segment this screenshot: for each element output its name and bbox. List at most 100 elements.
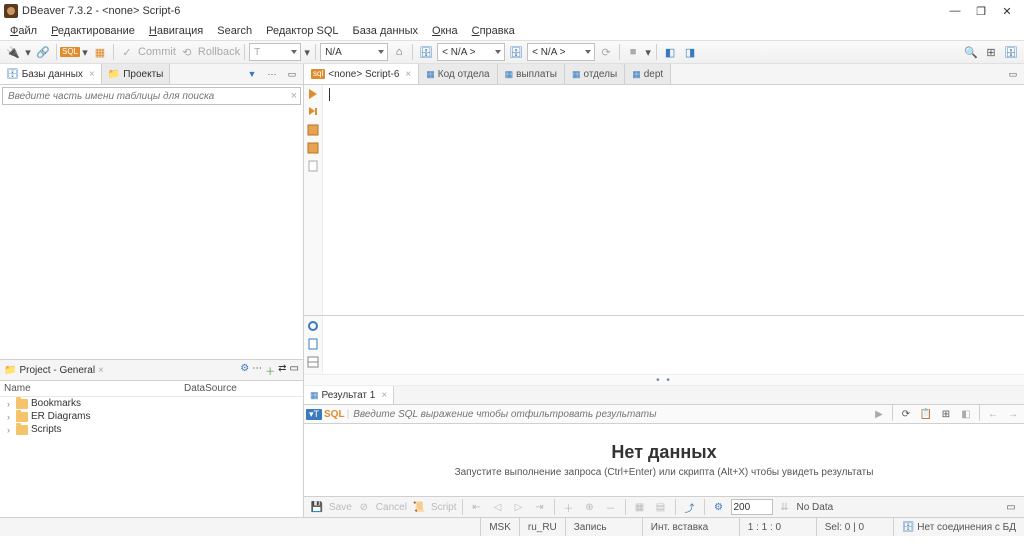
gear-icon[interactable] bbox=[307, 320, 319, 332]
filter-icon[interactable]: ▼ bbox=[243, 65, 261, 83]
close-icon[interactable]: × bbox=[89, 69, 95, 80]
sql-editor[interactable] bbox=[323, 85, 1024, 315]
dropdown-icon[interactable]: ▾ bbox=[644, 43, 652, 61]
dup-row-icon[interactable]: ⊕ bbox=[581, 498, 599, 516]
sql-chip[interactable]: ▾T bbox=[306, 409, 322, 420]
misc-button[interactable]: ◧ bbox=[661, 43, 679, 61]
menu-icon[interactable]: ⋯ bbox=[263, 65, 281, 83]
add-icon[interactable]: ＋ bbox=[265, 363, 275, 378]
tab-script6[interactable]: sql<none> Script-6× bbox=[304, 64, 419, 84]
sql-editor-button[interactable]: SQL bbox=[61, 43, 79, 61]
gear-icon[interactable]: ⚙ bbox=[240, 363, 249, 378]
panel-icon[interactable]: ◧ bbox=[957, 405, 975, 423]
dropdown-icon[interactable]: ▾ bbox=[24, 43, 32, 61]
tab-otdely[interactable]: ▦отделы bbox=[565, 64, 625, 84]
clear-icon[interactable]: × bbox=[291, 90, 297, 102]
menu-database[interactable]: База данных bbox=[347, 23, 425, 39]
menu-icon[interactable]: ⋯ bbox=[252, 363, 262, 378]
run-icon[interactable] bbox=[307, 88, 319, 100]
record-view-icon[interactable]: ▤ bbox=[652, 498, 670, 516]
export-icon[interactable]: ⤴ bbox=[681, 498, 699, 516]
prev-page-icon[interactable]: ◁ bbox=[489, 498, 507, 516]
transpose-icon[interactable]: ⊞ bbox=[937, 405, 955, 423]
dropdown-icon[interactable]: ▾ bbox=[303, 43, 311, 61]
expand-icon[interactable]: › bbox=[4, 399, 13, 409]
tab-dept[interactable]: ▦dept bbox=[625, 64, 671, 84]
script-icon[interactable]: 📜 bbox=[410, 498, 428, 516]
tab-vyplaty[interactable]: ▦выплаты bbox=[498, 64, 565, 84]
tab-projects[interactable]: 📁 Проекты bbox=[102, 64, 171, 84]
layout-icon[interactable] bbox=[307, 356, 319, 368]
db-tree[interactable] bbox=[0, 107, 303, 359]
first-icon[interactable]: ⇤ bbox=[468, 498, 486, 516]
col-name[interactable]: Name bbox=[4, 383, 184, 394]
expand-icon[interactable]: › bbox=[4, 425, 13, 435]
db2-icon[interactable]: 🗄 bbox=[507, 43, 525, 61]
close-icon[interactable]: × bbox=[405, 69, 411, 80]
dbeaver-persp-icon[interactable]: 🗄 bbox=[1002, 43, 1020, 61]
fetch-all-icon[interactable]: ⇊ bbox=[776, 498, 794, 516]
na3-combo[interactable]: < N/A > bbox=[527, 43, 595, 61]
tree-item-bookmarks[interactable]: ›Bookmarks bbox=[0, 397, 303, 410]
tree-item-erdiagrams[interactable]: ›ER Diagrams bbox=[0, 410, 303, 423]
add-row-icon[interactable]: ＋ bbox=[560, 498, 578, 516]
sql-console-button[interactable]: ▦ bbox=[91, 43, 109, 61]
tab-result1[interactable]: ▦ Результат 1 × bbox=[304, 386, 394, 404]
minimize-pane-icon[interactable]: ▭ bbox=[290, 363, 299, 378]
splitter-handle[interactable]: • • bbox=[304, 374, 1024, 386]
menu-sqleditor[interactable]: Редактор SQL bbox=[260, 23, 344, 39]
menu-window[interactable]: Окна bbox=[426, 23, 464, 39]
cancel-icon[interactable]: ⊘ bbox=[355, 498, 373, 516]
tree-item-scripts[interactable]: ›Scripts bbox=[0, 423, 303, 436]
db-search-input[interactable] bbox=[6, 90, 291, 103]
filter-input[interactable] bbox=[351, 408, 868, 421]
maximize-editor-icon[interactable]: ▭ bbox=[1004, 65, 1022, 83]
minimize-button[interactable]: — bbox=[948, 4, 962, 18]
expand-icon[interactable]: › bbox=[4, 412, 13, 422]
next-icon[interactable]: → bbox=[1004, 405, 1022, 423]
close-icon[interactable]: × bbox=[98, 365, 104, 376]
dropdown-icon[interactable]: ▾ bbox=[81, 43, 89, 61]
menu-search[interactable]: Search bbox=[211, 23, 258, 39]
commit-button[interactable]: ✓ bbox=[118, 43, 136, 61]
col-datasource[interactable]: DataSource bbox=[184, 383, 237, 394]
rollback-button[interactable]: ⟲ bbox=[178, 43, 196, 61]
maximize-button[interactable]: ❐ bbox=[974, 4, 988, 18]
apply-filter-icon[interactable]: ▶ bbox=[870, 405, 888, 423]
history-icon[interactable]: 📋 bbox=[917, 405, 935, 423]
na-combo[interactable]: N/A bbox=[320, 43, 388, 61]
minimize-pane-icon[interactable]: ▭ bbox=[283, 65, 301, 83]
new-conn-button[interactable]: 🔌 bbox=[4, 43, 22, 61]
stop-button[interactable]: ■ bbox=[624, 43, 642, 61]
run-script-icon[interactable] bbox=[307, 106, 319, 118]
home-icon[interactable]: ⌂ bbox=[390, 43, 408, 61]
perspective-button[interactable]: ⊞ bbox=[982, 43, 1000, 61]
na2-combo[interactable]: < N/A > bbox=[437, 43, 505, 61]
doc-icon[interactable] bbox=[307, 338, 319, 350]
link-icon[interactable]: ⇄ bbox=[278, 363, 286, 378]
new-conn2-button[interactable]: 🔗 bbox=[34, 43, 52, 61]
save-icon[interactable]: 💾 bbox=[308, 498, 326, 516]
explain-icon[interactable] bbox=[307, 124, 319, 136]
menu-help[interactable]: Справка bbox=[466, 23, 521, 39]
menu-file[interactable]: Файл bbox=[4, 23, 43, 39]
last-icon[interactable]: ⇥ bbox=[531, 498, 549, 516]
tab-kod[interactable]: ▦Код отдела bbox=[419, 64, 497, 84]
fetch-size-input[interactable]: 200 bbox=[731, 499, 773, 515]
db-icon[interactable]: 🗄 bbox=[417, 43, 435, 61]
doc-icon[interactable] bbox=[307, 160, 319, 172]
next-page-icon[interactable]: ▷ bbox=[510, 498, 528, 516]
tab-databases[interactable]: 🗄 Базы данных × bbox=[0, 64, 102, 84]
close-icon[interactable]: × bbox=[381, 390, 387, 401]
close-button[interactable]: ✕ bbox=[1000, 4, 1014, 18]
gear-icon[interactable]: ⚙ bbox=[710, 498, 728, 516]
grid-view-icon[interactable]: ▦ bbox=[631, 498, 649, 516]
db-search-box[interactable]: × bbox=[2, 87, 301, 105]
refresh-icon[interactable]: ⟳ bbox=[897, 405, 915, 423]
del-row-icon[interactable]: － bbox=[602, 498, 620, 516]
menu-nav[interactable]: Навигация bbox=[143, 23, 209, 39]
menu-edit[interactable]: Редактирование bbox=[45, 23, 141, 39]
maximize-panel-icon[interactable]: ▭ bbox=[1002, 498, 1020, 516]
prev-icon[interactable]: ← bbox=[984, 405, 1002, 423]
execute-icon[interactable] bbox=[307, 142, 319, 154]
